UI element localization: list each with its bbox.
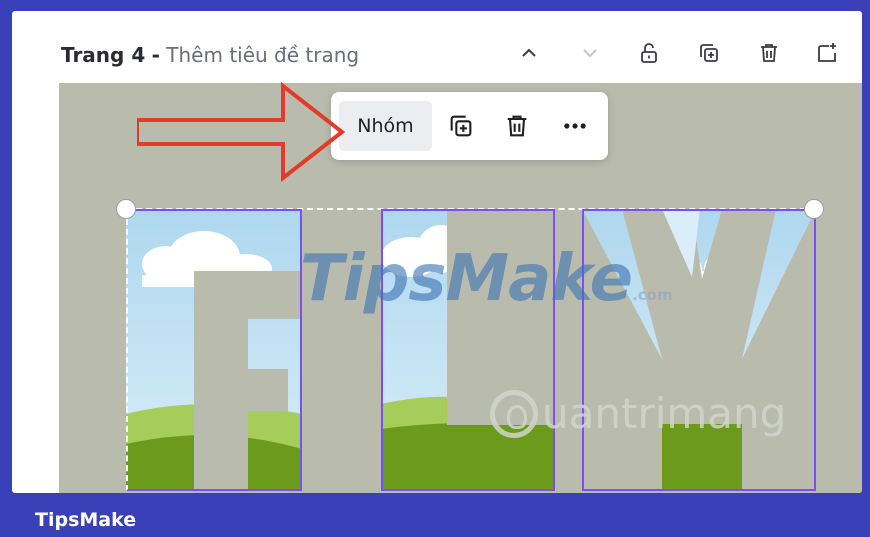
trash-icon[interactable] [755,39,783,67]
resize-handle-top-right[interactable] [804,199,824,219]
duplicate-icon[interactable] [443,108,479,144]
annotation-arrow-icon [137,82,346,182]
page-title-placeholder[interactable]: Thêm tiêu đề trang [166,43,359,67]
page-header: Trang 4 - Thêm tiêu đề trang [12,11,862,83]
page-title[interactable]: Trang 4 - Thêm tiêu đề trang [61,43,359,67]
chevron-up-icon[interactable] [515,39,543,67]
page-title-separator: - [151,43,160,67]
tipsmake-watermark: TipsMake.com [300,242,673,316]
resize-handle-top-left[interactable] [116,199,136,219]
page-panel: Trang 4 - Thêm tiêu đề trang Nhóm TipsMa… [12,11,862,493]
trash-icon[interactable] [499,108,535,144]
tipsmake-watermark-text: TipsMake [300,242,633,316]
quantrimang-watermark-text: uantrimang [542,389,787,438]
quantrimang-logo-icon [490,389,538,438]
element-toolbar: Nhóm [331,92,608,160]
lock-icon[interactable] [635,39,663,67]
chevron-down-icon[interactable] [576,39,604,67]
letter-f-selection [126,209,302,491]
add-page-icon[interactable] [813,39,841,67]
quantrimang-watermark: uantrimang [490,389,786,438]
duplicate-icon[interactable] [695,39,723,67]
tipsmake-watermark-domain: .com [632,286,673,304]
footer-brand: TipsMake [35,509,137,531]
more-icon[interactable] [557,108,593,144]
page-number-label: Trang 4 [61,43,146,67]
group-button[interactable]: Nhóm [339,101,432,151]
